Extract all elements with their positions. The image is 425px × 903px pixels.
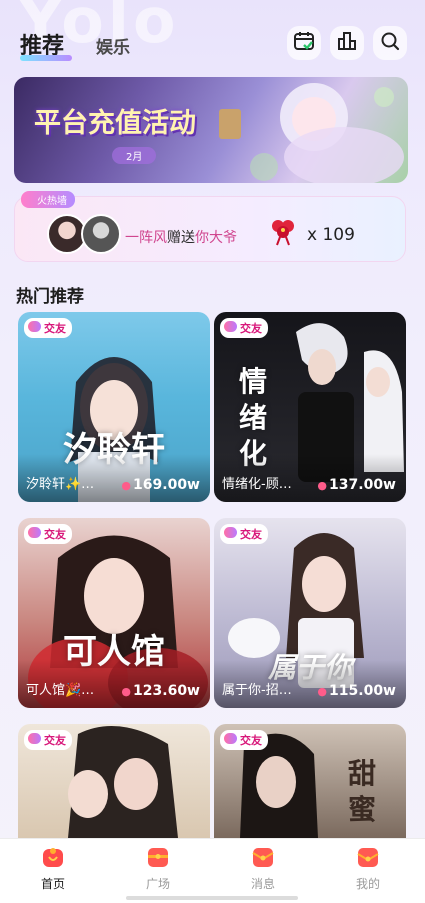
gift-action: 赠送 <box>167 230 195 246</box>
nav-plaza[interactable]: 广场 <box>128 845 188 892</box>
room-card[interactable]: 交友 汐聆轩 汐聆轩✨… ● 169.00w <box>18 312 210 502</box>
popularity-number: 123.60w <box>133 683 200 699</box>
popularity-value: ● 115.00w <box>317 683 396 699</box>
home-gift-icon <box>41 845 65 869</box>
room-name: 属于你-招… <box>222 683 292 698</box>
nav-home-label: 首页 <box>40 877 65 891</box>
room-name: 情绪化-顾… <box>222 477 292 492</box>
nav-profile-label: 我的 <box>355 877 380 891</box>
category-badge: 交友 <box>24 730 72 750</box>
search-icon <box>379 30 401 56</box>
sender-name: 一阵风 <box>125 230 167 246</box>
flame-icon: ● <box>317 479 328 492</box>
category-badge: 交友 <box>220 524 268 544</box>
room-name: 可人馆🎉… <box>26 683 95 698</box>
building-icon <box>336 30 358 56</box>
gift-broadcast-card[interactable]: 火热墙 一阵风赠送你大爷 x 109 <box>14 191 406 262</box>
active-tab-indicator <box>20 55 72 61</box>
nav-plaza-label: 广场 <box>145 877 170 891</box>
message-gift-icon <box>251 845 275 869</box>
popularity-number: 115.00w <box>329 683 396 699</box>
recharge-event-banner[interactable]: 平台充值活动 2月 <box>14 77 408 183</box>
room-title-art: 甜蜜 <box>347 757 376 826</box>
room-card[interactable]: 交友 甜蜜 <box>214 724 406 838</box>
room-card[interactable]: 交友 属于你 属于你-招… ●115.00w <box>214 518 406 708</box>
flame-icon: ● <box>121 479 132 492</box>
tab-entertainment[interactable]: 娱乐 <box>96 33 130 58</box>
room-card[interactable]: 交友 可人馆 可人馆🎉… ● 123.60w <box>18 518 210 708</box>
calendar-check-icon <box>293 30 315 56</box>
category-badge: 交友 <box>24 524 72 544</box>
popularity-number: 169.00w <box>133 477 200 493</box>
profile-gift-icon <box>356 845 380 869</box>
bottom-navigation: 首页 广场 消息 我的 <box>0 838 425 903</box>
gift-message: 一阵风赠送你大爷 <box>125 227 237 247</box>
category-badge: 交友 <box>220 730 268 750</box>
gift-count: x 109 <box>307 225 355 245</box>
hot-wall-tag: 火热墙 <box>21 191 75 208</box>
section-title-hot: 热门推荐 <box>16 287 84 307</box>
room-card[interactable]: 交友 <box>18 724 210 838</box>
popularity-value: ● 123.60w <box>121 683 200 699</box>
nav-home[interactable]: 首页 <box>23 845 83 892</box>
room-card[interactable]: 交友 情绪化 情绪化-顾… ●137.00w <box>214 312 406 502</box>
receiver-avatar[interactable] <box>81 214 121 254</box>
room-name: 汐聆轩✨… <box>26 477 95 492</box>
nav-profile[interactable]: 我的 <box>338 845 398 892</box>
category-badge: 交友 <box>220 318 268 338</box>
rank-button[interactable] <box>330 26 364 60</box>
nav-messages-label: 消息 <box>250 877 275 891</box>
red-knot-gift-icon <box>267 215 299 251</box>
checkin-button[interactable] <box>287 26 321 60</box>
search-button[interactable] <box>373 26 407 60</box>
category-badge: 交友 <box>24 318 72 338</box>
nav-messages[interactable]: 消息 <box>233 845 293 892</box>
banner-month: 2月 <box>112 147 157 164</box>
popularity-value: ● 169.00w <box>121 477 200 493</box>
receiver-name: 你大爷 <box>195 230 237 246</box>
flame-icon: ● <box>317 685 328 698</box>
flame-icon: ● <box>121 685 132 698</box>
popularity-value: ● 137.00w <box>317 477 396 493</box>
top-header: Yolo 推荐 娱乐 <box>0 0 425 78</box>
popularity-number: 137.00w <box>329 477 396 493</box>
plaza-gift-icon <box>146 845 170 869</box>
banner-title: 平台充值活动 <box>34 108 196 139</box>
home-indicator <box>126 896 298 900</box>
